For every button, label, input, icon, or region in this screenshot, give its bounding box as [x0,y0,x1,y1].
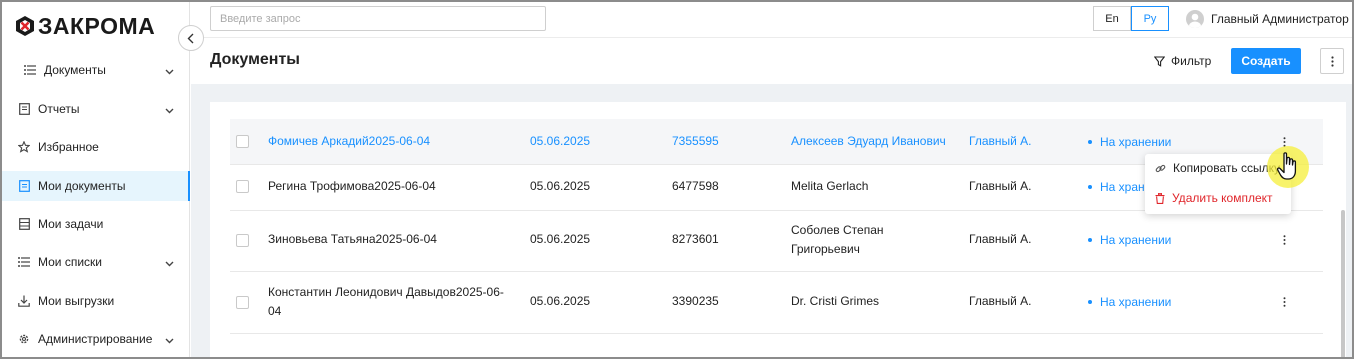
copy-link-label: Копировать ссылку [1173,161,1280,175]
status-badge: На хранении [1088,292,1171,311]
sidebar-item-label: Мои задачи [38,217,104,231]
more-options-button[interactable] [1320,48,1344,74]
document-date: 05.06.2025 [530,134,591,148]
document-owner: Главный А. [969,294,1032,308]
app-window: ЗАКРОМА Документы Отчеты Избранное Мои д… [0,0,1354,359]
sidebar-item-reports[interactable]: Отчеты [2,94,190,124]
document-icon [18,180,30,192]
chevron-down-icon [165,103,174,117]
document-person: Алексеев Эдуард Иванович [791,134,946,148]
logo-text: ЗАКРОМА [38,12,156,39]
sidebar-item-label: Мои выгрузки [38,294,115,308]
sidebar-item-favorites[interactable]: Избранное [2,132,190,162]
status-label: На хранении [1100,294,1172,309]
more-vertical-icon [1330,55,1334,67]
chevron-down-icon [165,256,174,270]
more-vertical-icon [1283,235,1285,245]
status-dot [1088,184,1092,189]
sidebar-collapse-button[interactable] [178,25,204,51]
document-owner: Главный А. [969,232,1032,246]
row-checkbox[interactable] [236,234,249,247]
sidebar-item-label: Отчеты [38,102,80,116]
document-number: 8273601 [672,232,719,246]
trash-icon [1155,192,1165,204]
user-name: Главный Администратор [1211,12,1349,26]
row-checkbox[interactable] [236,296,249,309]
hand-cursor-icon [1267,146,1309,188]
filter-icon [1154,55,1165,67]
document-person: Соболев Степан Григорьевич [791,223,884,256]
sidebar-item-my-tasks[interactable]: Мои задачи [2,209,190,239]
row-checkbox[interactable] [236,135,249,148]
status-label: На хранении [1100,134,1172,149]
filter-button[interactable]: Фильтр [1154,52,1211,70]
list-icon [18,256,30,268]
status-badge: На хранении [1088,132,1171,151]
sidebar-item-my-exports[interactable]: Мои выгрузки [2,286,190,316]
document-date: 05.06.2025 [530,179,591,193]
sidebar-item-my-documents[interactable]: Мои документы [2,171,190,201]
copy-link-menu-item[interactable]: Копировать ссылку [1155,159,1280,177]
document-name-link[interactable]: Регина Трофимова2025-06-04 [268,177,436,196]
list-icon [24,64,36,76]
download-icon [18,295,30,307]
document-date: 05.06.2025 [530,294,591,308]
sidebar-item-administration[interactable]: Администрирование [2,324,190,354]
document-date: 05.06.2025 [530,232,591,246]
language-ru-button[interactable]: Ру [1131,6,1169,31]
status-label: На хранении [1100,232,1172,247]
sidebar-item-label: Администрирование [38,332,153,346]
sidebar-item-documents[interactable]: Документы [2,55,190,85]
scrollbar-thumb[interactable] [1341,210,1345,357]
logo-icon [16,16,34,36]
sidebar-item-label: Мои списки [38,255,102,269]
language-en-button[interactable]: En [1093,6,1131,31]
sidebar-item-label: Документы [44,63,106,77]
document-number: 7355595 [672,134,719,148]
status-dot [1088,299,1092,304]
chevron-down-icon [165,64,174,78]
user-menu[interactable]: Главный Администратор [1186,9,1349,29]
page-header: Документы Фильтр Создать [190,38,1352,84]
create-button[interactable]: Создать [1231,48,1301,74]
page-title: Документы [210,51,300,68]
star-icon [18,141,30,153]
sidebar-item-label: Мои документы [38,179,126,193]
document-number: 3390235 [672,294,719,308]
tasks-icon [18,218,30,230]
document-name-link[interactable]: Фомичев Аркадий2025-06-04 [268,132,430,151]
table-row[interactable]: Зиновьева Татьяна2025-06-04 05.06.2025 8… [230,211,1323,272]
row-menu-button[interactable] [1279,233,1289,247]
document-person: Dr. Cristi Grimes [791,294,879,308]
document-number: 6477598 [672,179,719,193]
delete-set-label: Удалить комплект [1172,191,1273,205]
avatar [1186,10,1204,28]
chevron-left-icon [187,33,194,43]
row-menu-button[interactable] [1279,295,1289,309]
filter-label: Фильтр [1171,54,1212,68]
search-input[interactable] [210,6,546,31]
status-badge: На хранении [1088,230,1171,249]
link-icon [1155,164,1166,172]
status-dot [1088,139,1092,144]
sidebar-item-label: Избранное [38,140,99,154]
document-name-link[interactable]: Зиновьева Татьяна2025-06-04 [268,230,437,249]
chevron-down-icon [165,333,174,347]
sidebar: ЗАКРОМА Документы Отчеты Избранное Мои д… [2,2,190,357]
table-row[interactable]: Константин Леонидович Давыдов2025-06-04 … [230,272,1323,334]
row-checkbox[interactable] [236,180,249,193]
document-owner: Главный А. [969,134,1032,148]
report-icon [18,103,30,115]
gear-icon [18,333,30,345]
logo[interactable]: ЗАКРОМА [14,12,155,40]
sidebar-item-my-lists[interactable]: Мои списки [2,247,190,277]
top-bar: En Ру Главный Администратор [190,2,1352,38]
delete-set-menu-item[interactable]: Удалить комплект [1155,189,1273,207]
document-name-link[interactable]: Константин Леонидович Давыдов2025-06-04 [268,283,504,321]
document-owner: Главный А. [969,179,1032,193]
status-dot [1088,237,1092,242]
more-vertical-icon [1283,297,1285,307]
document-person: Melita Gerlach [791,179,869,193]
